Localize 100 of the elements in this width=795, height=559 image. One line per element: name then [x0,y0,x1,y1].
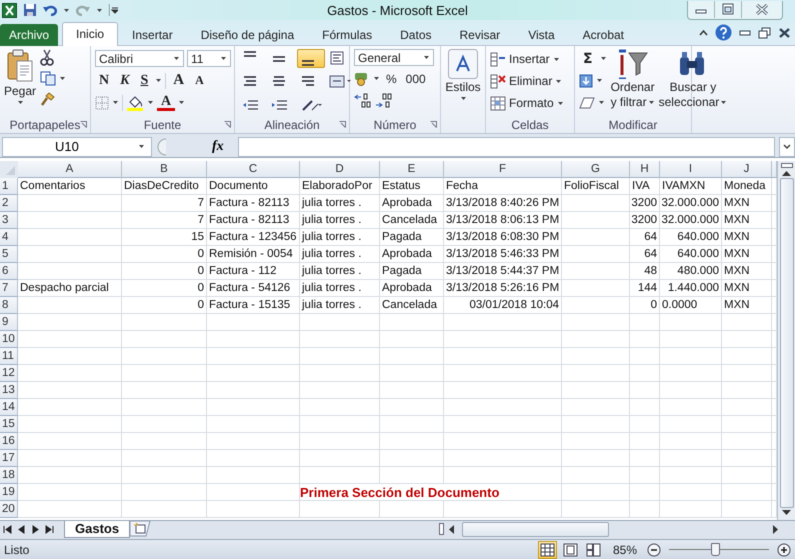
row-header[interactable]: 5 [0,246,18,263]
dialog-launcher-icon[interactable] [339,121,346,128]
caret-icon[interactable] [138,144,145,149]
caret-icon[interactable] [648,100,655,105]
restore-workbook-icon[interactable] [758,26,771,38]
row-header[interactable]: 16 [0,433,18,450]
percent-button[interactable]: % [383,72,400,86]
autosum-button[interactable]: Σ [579,50,597,66]
caret-icon[interactable] [373,76,380,81]
column-header[interactable]: G [562,161,630,178]
column-header[interactable]: C [207,161,300,178]
ribbon-tab[interactable]: Vista [514,24,569,46]
excel-logo-icon[interactable] [2,2,17,18]
normal-view-icon[interactable] [540,542,555,556]
eraser-icon[interactable] [579,96,595,108]
name-box[interactable]: U10 [2,136,152,156]
collapse-ribbon-icon[interactable] [699,29,708,36]
minimize-workbook-icon[interactable] [739,30,751,36]
font-color-button[interactable]: A [157,94,176,110]
column-header[interactable]: A [18,161,122,178]
bold-button[interactable]: N [95,72,114,88]
row-header[interactable]: 2 [0,195,18,212]
text-orientation-icon[interactable] [300,98,322,113]
insert-button[interactable]: Insertar [490,49,560,69]
ribbon-tab[interactable]: Acrobat [568,24,638,46]
undo-dropdown-icon[interactable] [63,8,70,12]
decrease-decimal-icon[interactable] [375,93,393,108]
zoom-out-icon[interactable] [647,542,661,556]
ribbon-tab[interactable]: Datos [386,24,446,46]
scroll-left-icon[interactable] [448,524,454,534]
paste-button[interactable]: Pegar [4,49,36,105]
caret-icon[interactable] [555,78,562,84]
row-header[interactable]: 6 [0,263,18,280]
first-sheet-icon[interactable] [3,525,12,534]
caret-icon[interactable] [423,55,430,60]
format-painter-icon[interactable] [40,91,56,107]
row-header[interactable]: 12 [0,365,18,382]
row-header[interactable]: 13 [0,382,18,399]
find-select-button[interactable]: Buscar y seleccionar [658,49,728,109]
font-name-dropdown[interactable]: Calibri [95,50,184,67]
row-header[interactable]: 11 [0,348,18,365]
column-header[interactable]: H [630,161,660,178]
currency-icon[interactable] [354,71,370,86]
caret-icon[interactable] [460,96,466,101]
sheet-tab[interactable]: Gastos [64,521,130,538]
column-header[interactable]: F [444,161,562,178]
underline-button[interactable]: S [136,72,152,88]
scroll-up-icon[interactable] [782,170,791,176]
caret-icon[interactable] [59,76,66,81]
insert-sheet-icon[interactable] [130,521,152,537]
column-header[interactable]: B [122,161,207,178]
split-handle-icon[interactable] [780,163,792,168]
scroll-thumb[interactable] [780,178,794,508]
redo-dropdown-icon[interactable] [96,8,103,12]
save-icon[interactable] [23,3,37,17]
close-workbook-icon[interactable] [778,26,791,38]
row-header[interactable]: 19 [0,484,18,501]
column-header[interactable]: E [380,161,444,178]
sort-filter-button[interactable]: Ordenar y filtrar [610,49,655,109]
fill-color-icon[interactable] [126,94,144,110]
horizontal-scrollbar[interactable] [439,521,779,537]
caret-icon[interactable] [173,56,180,61]
zoom-in-icon[interactable] [777,542,791,556]
scroll-right-icon[interactable] [773,524,779,534]
number-format-dropdown[interactable]: General [354,49,434,66]
zoom-level[interactable]: 85% [612,542,637,556]
bottom-align-button[interactable] [297,49,325,68]
help-icon[interactable] [715,24,732,41]
caret-icon[interactable] [598,100,605,105]
italic-button[interactable]: K [116,72,134,88]
caret-icon[interactable] [147,100,154,105]
customize-toolbar-icon[interactable] [109,4,118,16]
row-header[interactable]: 1 [0,178,18,195]
dialog-launcher-icon[interactable] [430,121,437,128]
column-header[interactable]: D [300,161,380,178]
font-size-dropdown[interactable]: 11 [187,50,231,67]
last-sheet-icon[interactable] [45,525,54,534]
zoom-slider-thumb[interactable] [711,543,720,556]
caret-icon[interactable] [556,100,564,106]
caret-icon[interactable] [600,56,607,61]
scroll-down-icon[interactable] [782,510,791,516]
file-tab[interactable]: Archivo [0,24,58,46]
styles-button[interactable]: Estilos [445,49,481,101]
copy-icon[interactable] [40,71,56,86]
row-header[interactable]: 14 [0,399,18,416]
row-header[interactable]: 7 [0,280,18,297]
split-handle-icon[interactable] [439,523,444,535]
caret-icon[interactable] [552,56,560,62]
row-header[interactable]: 17 [0,450,18,467]
column-header[interactable]: J [722,161,772,178]
formula-input[interactable] [238,136,775,156]
row-header[interactable]: 3 [0,212,18,229]
row-header[interactable]: 8 [0,297,18,314]
ribbon-tab[interactable]: Inicio [62,22,118,46]
format-button[interactable]: Formato [490,93,564,113]
dialog-launcher-icon[interactable] [80,121,87,128]
divider-handle-icon[interactable] [156,138,168,156]
caret-icon[interactable] [720,100,728,105]
caret-icon[interactable] [112,100,119,105]
cut-icon[interactable] [40,49,54,66]
